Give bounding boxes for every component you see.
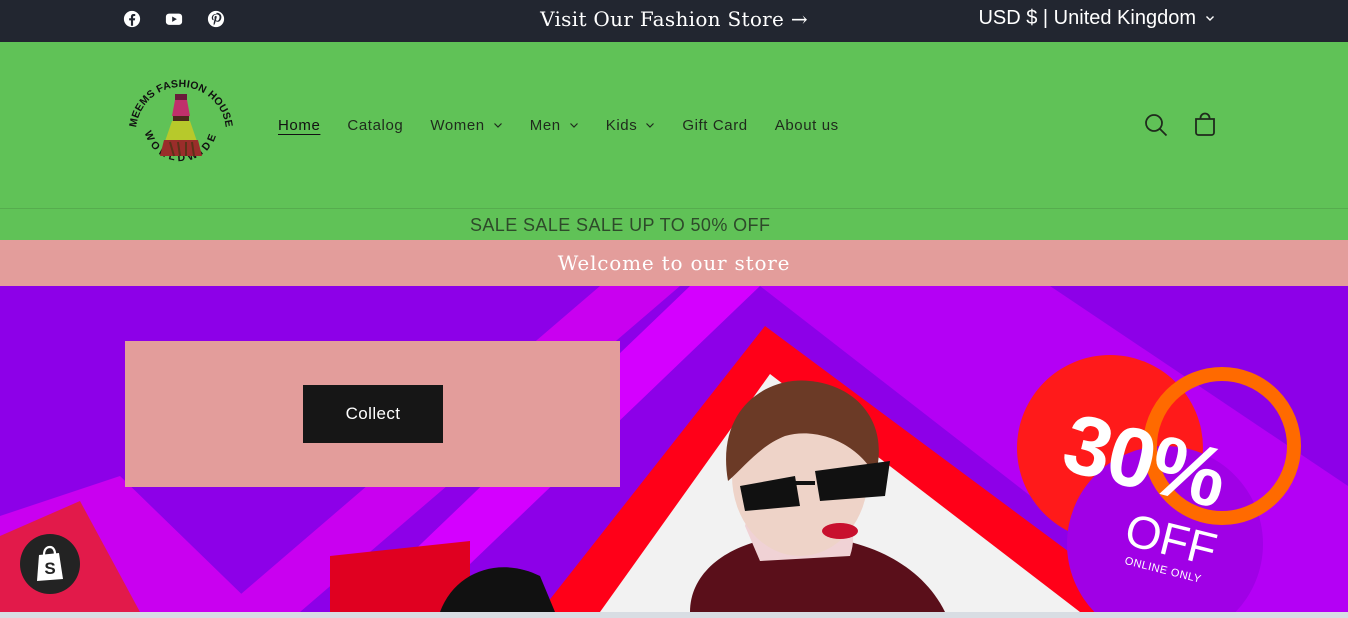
pinterest-icon[interactable] (206, 9, 226, 29)
chevron-down-icon (1206, 16, 1214, 21)
facebook-icon[interactable] (122, 9, 142, 29)
nav-men[interactable]: Men (530, 117, 579, 134)
nav-catalog[interactable]: Catalog (347, 117, 403, 134)
collect-button[interactable]: Collect (303, 385, 443, 443)
svg-text:S: S (44, 559, 55, 578)
nav-home[interactable]: Home (278, 117, 320, 134)
chevron-down-icon (646, 123, 655, 128)
store-logo[interactable]: MEEMS FASHION HOUSE WORLDWIDE (122, 70, 240, 188)
chevron-down-icon (493, 123, 502, 128)
chevron-down-icon (569, 123, 578, 128)
nav-gift-card[interactable]: Gift Card (682, 117, 747, 134)
locale-selector[interactable]: USD $ | United Kingdom (978, 5, 1216, 31)
nav-about-us[interactable]: About us (775, 117, 839, 134)
arrow-right-icon: → (790, 7, 808, 31)
site-header: MEEMS FASHION HOUSE WORLDWIDE Home Catal… (0, 42, 1348, 208)
welcome-text: Welcome to our store (557, 251, 791, 275)
sale-banner-text: SALE SALE SALE UP TO 50% OFF (470, 215, 771, 235)
youtube-icon[interactable] (164, 9, 184, 29)
hero-content-box: Collect (125, 341, 620, 487)
nav-women[interactable]: Women (430, 117, 502, 134)
shopify-bag-icon: S (37, 545, 63, 581)
announcement-text: Visit Our Fashion Store (540, 7, 785, 31)
search-icon[interactable] (1143, 112, 1169, 138)
nav-kids[interactable]: Kids (606, 117, 656, 134)
cart-icon[interactable] (1192, 112, 1218, 138)
welcome-banner: Welcome to our store (0, 240, 1348, 286)
announcement-bar: Visit Our Fashion Store → USD $ | United… (0, 0, 1348, 42)
sale-banner: SALE SALE SALE UP TO 50% OFF (0, 208, 1348, 240)
hero-banner: Collect 30% OFF ONLINE ONLY (0, 286, 1348, 612)
shopify-chat-button[interactable]: S (20, 534, 80, 594)
visit-store-link[interactable]: Visit Our Fashion Store → (490, 5, 858, 33)
locale-label: USD $ | United Kingdom (978, 7, 1196, 29)
page-bottom-edge (0, 612, 1348, 618)
main-nav: Home Catalog Women Men Kids Gift Card Ab… (278, 114, 866, 136)
